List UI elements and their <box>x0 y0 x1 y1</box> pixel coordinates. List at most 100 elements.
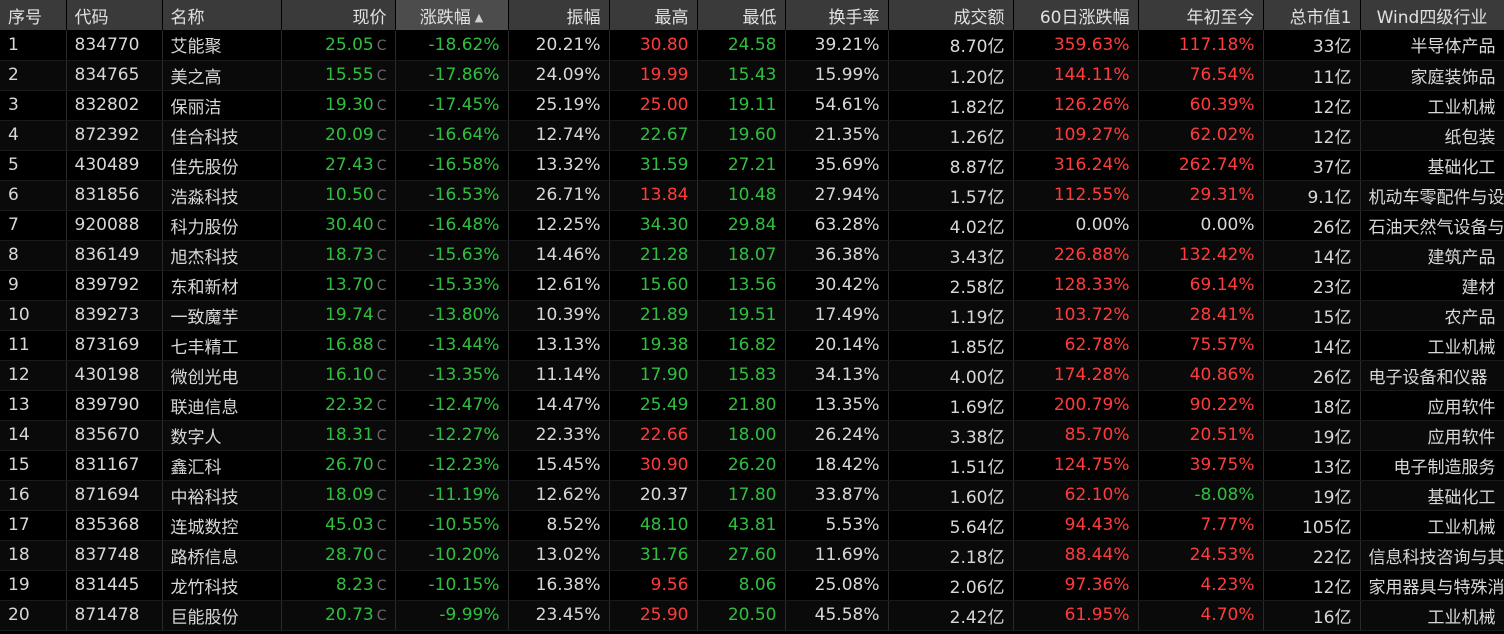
cell-amplitude: 23.45% <box>508 600 610 631</box>
table-row[interactable]: 4 872392 佳合科技 20.09 C -16.64% 12.74% 22.67 19.60… <box>0 120 1504 151</box>
cell-price-text: 13.70 <box>325 275 374 295</box>
col-header-price[interactable]: 现价 <box>281 0 396 30</box>
col-header-change-60d[interactable]: 60日涨跌幅 <box>1013 0 1139 30</box>
col-header-name[interactable]: 名称 <box>162 0 282 30</box>
cell-ytd: 76.54% <box>1138 60 1264 91</box>
table-row[interactable]: 11 873169 七丰精工 16.88 C -13.44% 13.13% 19.38 16.8… <box>0 330 1504 361</box>
table-row[interactable]: 12 430198 微创光电 16.10 C -13.35% 11.14% 17.90 15.8… <box>0 360 1504 391</box>
table-row[interactable]: 18 837748 路桥信息 28.70 C -10.20% 13.02% 31.76 27.6… <box>0 540 1504 571</box>
table-row[interactable]: 13 839790 联迪信息 22.32 C -12.47% 14.47% 25.49 21.8… <box>0 390 1504 421</box>
col-header-market-cap[interactable]: 总市值1 <box>1263 0 1361 30</box>
cell-low: 16.82 <box>697 330 786 361</box>
cell-change-pct: -11.19% <box>395 480 509 511</box>
col-header-index[interactable]: 序号 <box>0 0 67 30</box>
cell-market-cap-text: 23亿 <box>1312 277 1352 298</box>
cell-market-cap-text: 12亿 <box>1312 577 1352 598</box>
cell-turnover-text: 27.94% <box>814 185 880 205</box>
cell-change-60d-text: 144.11% <box>1053 65 1130 85</box>
col-header-industry[interactable]: Wind四级行业 <box>1360 0 1504 30</box>
cell-change-60d-text: 226.88% <box>1053 245 1130 265</box>
cell-change-pct: -13.80% <box>395 300 509 331</box>
table-row[interactable]: 10 839273 一致魔芋 19.74 C -13.80% 10.39% 21.89 19.5… <box>0 300 1504 331</box>
cell-name: 巨能股份 <box>162 600 282 631</box>
cell-name-text: 联迪信息 <box>170 397 239 418</box>
table-row[interactable]: 15 831167 鑫汇科 26.70 C -12.23% 15.45% 30.90 26.20… <box>0 450 1504 481</box>
cell-change-60d: 109.27% <box>1013 120 1139 151</box>
col-header-change-pct[interactable]: 涨跌幅 ▲ <box>395 0 509 30</box>
table-row[interactable]: 2 834765 美之高 15.55 C -17.86% 24.09% 19.99 15.43 1… <box>0 60 1504 91</box>
cell-code: 920088 <box>66 210 163 241</box>
cell-high: 31.59 <box>609 150 698 181</box>
cell-high-text: 25.90 <box>639 605 689 625</box>
cell-market-cap-text: 15亿 <box>1312 307 1352 328</box>
cell-amount-text: 4.02亿 <box>949 217 1005 238</box>
cell-amount-text: 1.51亿 <box>949 457 1005 478</box>
cell-change-pct: -12.23% <box>395 450 509 481</box>
cell-amplitude-text: 10.39% <box>535 305 601 325</box>
cell-turnover: 13.35% <box>785 390 889 421</box>
cell-industry-text: 建材 <box>1461 277 1496 298</box>
table-row[interactable]: 7 920088 科力股份 30.40 C -16.48% 12.25% 34.30 29.84… <box>0 210 1504 241</box>
cell-market-cap-text: 12亿 <box>1312 127 1352 148</box>
table-row[interactable]: 5 430489 佳先股份 27.43 C -16.58% 13.32% 31.59 27.21… <box>0 150 1504 181</box>
table-row[interactable]: 20 871478 巨能股份 20.73 C -9.99% 23.45% 25.90 20.50… <box>0 600 1504 631</box>
cell-amount-text: 1.57亿 <box>949 187 1005 208</box>
col-header-turnover[interactable]: 换手率 <box>785 0 889 30</box>
table-row[interactable]: 9 839792 东和新材 13.70 C -15.33% 12.61% 15.60 13.56… <box>0 270 1504 301</box>
col-header-low[interactable]: 最低 <box>697 0 786 30</box>
cell-index: 5 <box>0 150 67 181</box>
cell-change-pct: -9.99% <box>395 600 509 631</box>
cell-amount-text: 2.42亿 <box>949 607 1005 628</box>
cell-index: 1 <box>0 30 67 61</box>
table-row[interactable]: 16 871694 中裕科技 18.09 C -11.19% 12.62% 20.37 17.8… <box>0 480 1504 511</box>
cell-low-text: 43.81 <box>727 515 777 535</box>
cell-ytd-text: 29.31% <box>1189 185 1255 205</box>
col-header-amount[interactable]: 成交额 <box>888 0 1014 30</box>
cell-change-60d: 126.26% <box>1013 90 1139 121</box>
cell-index-text: 14 <box>8 425 30 445</box>
cell-high-text: 25.49 <box>639 395 689 415</box>
cell-high: 48.10 <box>609 510 698 541</box>
table-row[interactable]: 17 835368 连城数控 45.03 C -10.55% 8.52% 48.10 43.81… <box>0 510 1504 541</box>
cell-low-text: 8.06 <box>738 575 777 595</box>
cell-amount: 3.38亿 <box>888 420 1014 451</box>
col-header-code[interactable]: 代码 <box>66 0 163 30</box>
cell-turnover: 39.21% <box>785 30 889 61</box>
cell-price: 8.23 C <box>281 570 396 601</box>
table-row[interactable]: 3 832802 保丽洁 19.30 C -17.45% 25.19% 25.00 19.11 5… <box>0 90 1504 121</box>
col-header-high[interactable]: 最高 <box>609 0 698 30</box>
cell-market-cap: 23亿 <box>1263 270 1361 301</box>
cell-code-text: 871694 <box>74 485 140 505</box>
table-row[interactable]: 14 835670 数字人 18.31 C -12.27% 22.33% 22.66 18.00… <box>0 420 1504 451</box>
cell-industry: 基础化工 <box>1360 150 1504 181</box>
cell-market-cap-text: 19亿 <box>1312 427 1352 448</box>
cell-amount-text: 1.85亿 <box>949 337 1005 358</box>
cell-high: 34.30 <box>609 210 698 241</box>
col-header-ytd[interactable]: 年初至今 <box>1138 0 1264 30</box>
table-row[interactable]: 8 836149 旭杰科技 18.73 C -15.63% 14.46% 21.28 18.07… <box>0 240 1504 271</box>
cell-code: 839790 <box>66 390 163 421</box>
cell-market-cap-text: 14亿 <box>1312 247 1352 268</box>
cell-amount-text: 1.19亿 <box>949 307 1005 328</box>
cell-amplitude: 25.19% <box>508 90 610 121</box>
cell-ytd-text: 90.22% <box>1189 395 1255 415</box>
cell-index-text: 10 <box>8 305 30 325</box>
cell-ytd-text: 69.14% <box>1189 275 1255 295</box>
col-header-amplitude[interactable]: 振幅 <box>508 0 610 30</box>
cell-amount: 1.82亿 <box>888 90 1014 121</box>
table-row[interactable]: 1 834770 艾能聚 25.05 C -18.62% 20.21% 30.80 24.58 3… <box>0 30 1504 61</box>
table-row[interactable]: 6 831856 浩淼科技 10.50 C -16.53% 26.71% 13.84 10.48… <box>0 180 1504 211</box>
cell-amount-text: 4.00亿 <box>949 367 1005 388</box>
cell-change-pct-text: -17.86% <box>428 65 500 85</box>
cell-name: 旭杰科技 <box>162 240 282 271</box>
cell-change-pct: -10.20% <box>395 540 509 571</box>
cell-code: 831167 <box>66 450 163 481</box>
cell-name: 艾能聚 <box>162 30 282 61</box>
cell-price-text: 20.09 <box>325 125 374 145</box>
cell-turnover-text: 26.24% <box>814 425 880 445</box>
cell-price: 26.70 C <box>281 450 396 481</box>
cell-low: 18.07 <box>697 240 786 271</box>
cell-high-text: 30.80 <box>639 34 689 55</box>
cell-code: 832802 <box>66 90 163 121</box>
table-row[interactable]: 19 831445 龙竹科技 8.23 C -10.15% 16.38% 9.56 8.06 25… <box>0 570 1504 601</box>
